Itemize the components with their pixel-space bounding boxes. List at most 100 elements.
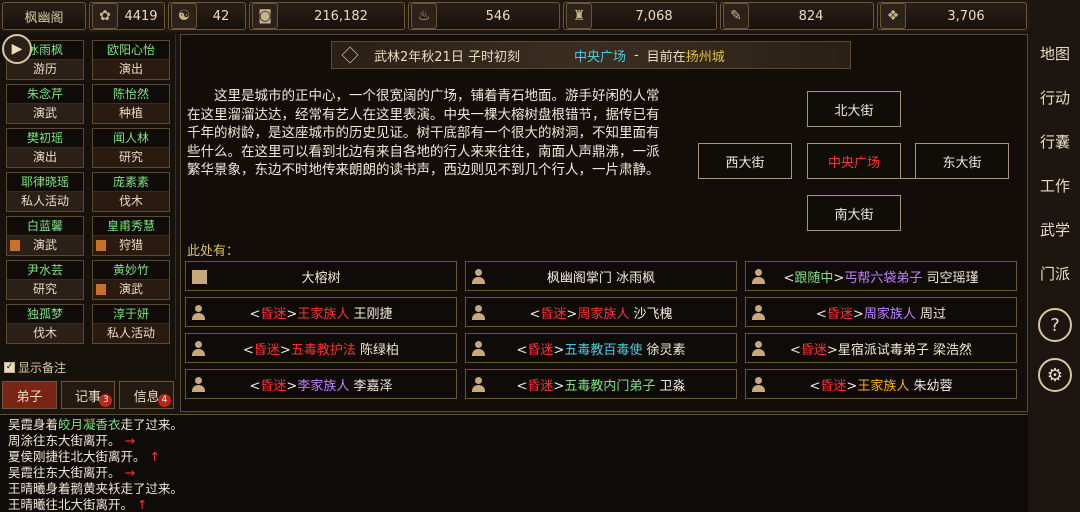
activity-label: 演武 bbox=[118, 282, 143, 296]
status-tag: 昏迷 bbox=[820, 378, 847, 394]
menu-action[interactable]: 行动 bbox=[1037, 80, 1073, 116]
npc-group: 王家族人 bbox=[297, 306, 350, 322]
disciple-activity: 研究 bbox=[93, 148, 169, 167]
npc-name: 卫淼 bbox=[659, 378, 686, 394]
map-east[interactable]: 东大街 bbox=[915, 143, 1009, 179]
npc-button[interactable]: <昏迷>周家族人 周过 bbox=[745, 297, 1017, 327]
resource-scroll[interactable]: ✎ 824 bbox=[720, 2, 874, 30]
status-tag: 昏迷 bbox=[826, 306, 853, 322]
disciple-card[interactable]: 黄妙竹 演武 bbox=[92, 260, 170, 300]
yinyang-icon: ☯ bbox=[171, 3, 197, 29]
disciple-activity: 演武 bbox=[93, 280, 169, 299]
disciple-card[interactable]: 尹水芸 研究 bbox=[6, 260, 84, 300]
menu-map[interactable]: 地图 bbox=[1037, 36, 1073, 72]
status-mark-icon bbox=[96, 284, 106, 295]
play-icon[interactable]: ▶ bbox=[2, 34, 32, 64]
npc-button[interactable]: 枫幽阁掌门 冰雨枫 bbox=[465, 261, 737, 291]
tab-records[interactable]: 记事 3 bbox=[60, 381, 116, 409]
npc-group: 王家族人 bbox=[857, 378, 910, 394]
resource-coin[interactable]: ◙ 216,182 bbox=[249, 2, 405, 30]
npc-button[interactable]: <昏迷>五毒教内门弟子 卫淼 bbox=[465, 369, 737, 399]
map-south[interactable]: 南大街 bbox=[807, 195, 901, 231]
resource-yinyang[interactable]: ☯ 42 bbox=[168, 2, 246, 30]
npc-grid: 大榕树 枫幽阁掌门 冰雨枫 <跟随中>丐帮六袋弟子 司空瑶瑾 <昏迷>王家族人 王刚捷… bbox=[185, 261, 1021, 399]
disciple-card[interactable]: 白蓝馨 演武 bbox=[6, 216, 84, 256]
map-north[interactable]: 北大街 bbox=[807, 91, 901, 127]
activity-label: 游历 bbox=[32, 62, 57, 76]
npc-button[interactable]: <昏迷>李家族人 李嘉泽 bbox=[185, 369, 457, 399]
disciple-name: 庞素素 bbox=[93, 173, 169, 192]
settings-icon[interactable]: ⚙ bbox=[1038, 358, 1072, 392]
log-line: 周涂往东大街离开。 → bbox=[8, 433, 1020, 449]
disciple-card[interactable]: 樊初瑶 演出 bbox=[6, 128, 84, 168]
menu-sect[interactable]: 门派 bbox=[1037, 256, 1073, 292]
disciple-activity: 狩猎 bbox=[93, 236, 169, 255]
disciple-card[interactable]: 皇甫秀慧 狩猎 bbox=[92, 216, 170, 256]
status-tag: 跟随中 bbox=[794, 270, 834, 286]
bracket: > bbox=[826, 342, 838, 358]
map-west[interactable]: 西大街 bbox=[698, 143, 792, 179]
npc-button[interactable]: <昏迷>五毒教护法 陈绿柏 bbox=[185, 333, 457, 363]
npc-label: <昏迷>李家族人 李嘉泽 bbox=[186, 375, 456, 394]
npc-name: 李嘉泽 bbox=[353, 378, 393, 394]
disciple-card[interactable]: 淳于妍 私人活动 bbox=[92, 304, 170, 344]
activity-label: 伐木 bbox=[118, 194, 143, 208]
bracket: < bbox=[529, 306, 541, 322]
disciple-card[interactable]: 朱念芹 演武 bbox=[6, 84, 84, 124]
resource-value: 3,706 bbox=[947, 8, 985, 24]
disciple-card[interactable]: 闻人林 研究 bbox=[92, 128, 170, 168]
disciple-activity: 私人活动 bbox=[7, 192, 83, 211]
disciple-activity: 演武 bbox=[7, 104, 83, 123]
status-mark-icon bbox=[10, 240, 20, 251]
show-note-label: 显示备注 bbox=[18, 361, 67, 375]
person-icon bbox=[192, 341, 206, 357]
npc-button[interactable]: <昏迷>五毒教百毒使 徐灵素 bbox=[465, 333, 737, 363]
npc-button[interactable]: 大榕树 bbox=[185, 261, 457, 291]
disciple-name: 欧阳心怡 bbox=[93, 41, 169, 60]
disciple-activity: 种植 bbox=[93, 104, 169, 123]
disciple-card[interactable]: 耶律晓瑶 私人活动 bbox=[6, 172, 84, 212]
menu-martial-arts[interactable]: 武学 bbox=[1037, 212, 1073, 248]
npc-button[interactable]: <昏迷>王家族人 朱幼蓉 bbox=[745, 369, 1017, 399]
npc-button[interactable]: <昏迷>周家族人 沙飞槐 bbox=[465, 297, 737, 327]
disciple-panel: ▶ 冰雨枫 游历 欧阳心怡 演出 朱念芹 演武 陈怡然 种植 樊初瑶 演出 闻人林 研究 耶律晓瑶 私人活… bbox=[0, 34, 176, 380]
sect-name-label: 枫幽阁 bbox=[24, 10, 64, 26]
disciple-card[interactable]: 庞素素 伐木 bbox=[92, 172, 170, 212]
tab-messages[interactable]: 信息 4 bbox=[119, 381, 175, 409]
resource-ore[interactable]: ❖ 3,706 bbox=[877, 2, 1027, 30]
person-icon bbox=[752, 341, 766, 357]
location-name: 中央广场 bbox=[573, 49, 626, 65]
resource-food[interactable]: ♨ 546 bbox=[408, 2, 560, 30]
disciple-card[interactable]: 独孤梦 伐木 bbox=[6, 304, 84, 344]
show-note-toggle[interactable]: ✓ 显示备注 bbox=[4, 359, 66, 376]
npc-button[interactable]: <昏迷>王家族人 王刚捷 bbox=[185, 297, 457, 327]
bracket: < bbox=[516, 378, 528, 394]
npc-group: 枫幽阁掌门 bbox=[546, 270, 612, 286]
sect-name[interactable]: 枫幽阁 bbox=[2, 2, 86, 30]
disciple-card[interactable]: 陈怡然 种植 bbox=[92, 84, 170, 124]
log-text: 走了过来。 bbox=[120, 417, 184, 432]
scroll-icon: ✎ bbox=[723, 3, 749, 29]
person-icon bbox=[752, 305, 766, 321]
resource-value: 824 bbox=[798, 8, 824, 24]
npc-button[interactable]: <跟随中>丐帮六袋弟子 司空瑶瑾 bbox=[745, 261, 1017, 291]
disciple-activity: 演出 bbox=[7, 148, 83, 167]
menu-bag[interactable]: 行囊 bbox=[1037, 124, 1073, 160]
help-icon[interactable]: ? bbox=[1038, 308, 1072, 342]
bracket: < bbox=[816, 306, 827, 322]
resource-herb[interactable]: ♜ 7,068 bbox=[563, 2, 717, 30]
npc-group: 丐帮六袋弟子 bbox=[844, 270, 923, 286]
activity-label: 狩猎 bbox=[118, 238, 143, 252]
log-text: 周涂往东大街离开。 bbox=[8, 433, 121, 448]
direction-arrow-icon: ↑ bbox=[149, 449, 160, 464]
activity-label: 演武 bbox=[32, 106, 57, 120]
tab-disciples[interactable]: 弟子 bbox=[2, 381, 57, 409]
tab-label: 弟子 bbox=[16, 389, 43, 405]
resource-fame[interactable]: ✿ 4419 bbox=[89, 2, 165, 30]
npc-button[interactable]: <昏迷>星宿派试毒弟子 梁浩然 bbox=[745, 333, 1017, 363]
checkbox-icon[interactable]: ✓ bbox=[4, 362, 15, 373]
disciple-card[interactable]: 欧阳心怡 演出 bbox=[92, 40, 170, 80]
menu-work[interactable]: 工作 bbox=[1037, 168, 1073, 204]
npc-label: <昏迷>五毒教百毒使 徐灵素 bbox=[466, 339, 736, 358]
bracket: > bbox=[566, 306, 578, 322]
